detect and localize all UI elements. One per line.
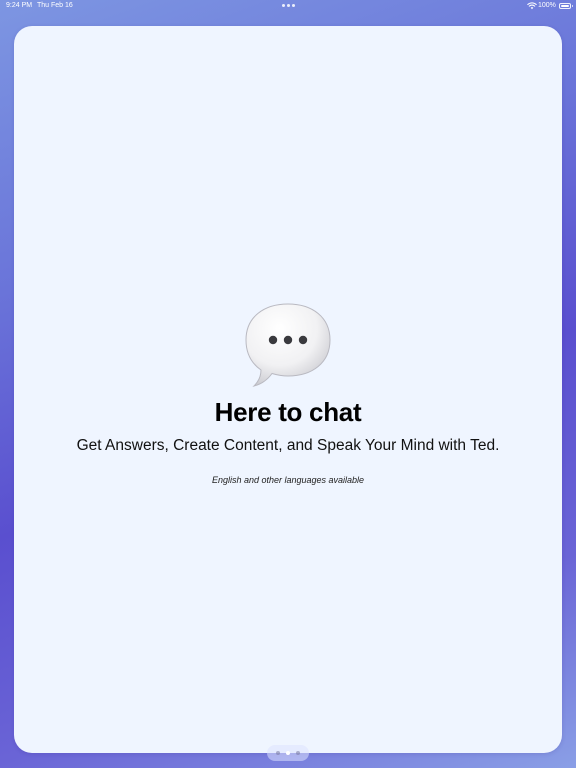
- battery-percent: 100%: [538, 2, 556, 9]
- status-bar: 9:24 PM Thu Feb 16 100%: [0, 0, 576, 12]
- speech-bubble-icon: [245, 303, 331, 387]
- status-date: Thu Feb 16: [37, 2, 73, 9]
- page-title: Here to chat: [214, 397, 362, 427]
- typing-dot-2: [283, 335, 293, 345]
- page-dot-2[interactable]: [286, 751, 290, 755]
- page-dot-3[interactable]: [296, 751, 300, 755]
- wifi-icon: [527, 2, 537, 10]
- typing-dot-1: [268, 335, 278, 345]
- typing-dot-3: [298, 335, 308, 345]
- status-time: 9:24 PM: [6, 2, 33, 9]
- page-indicator[interactable]: [267, 745, 309, 761]
- languages-note: English and other languages available: [211, 475, 365, 485]
- battery-icon: [559, 3, 573, 9]
- page-dot-1[interactable]: [276, 751, 280, 755]
- multitasking-dots-icon[interactable]: [282, 4, 295, 7]
- battery-fill: [561, 5, 569, 7]
- onboarding-card: [14, 26, 562, 753]
- page-subtitle: Get Answers, Create Content, and Speak Y…: [76, 437, 500, 454]
